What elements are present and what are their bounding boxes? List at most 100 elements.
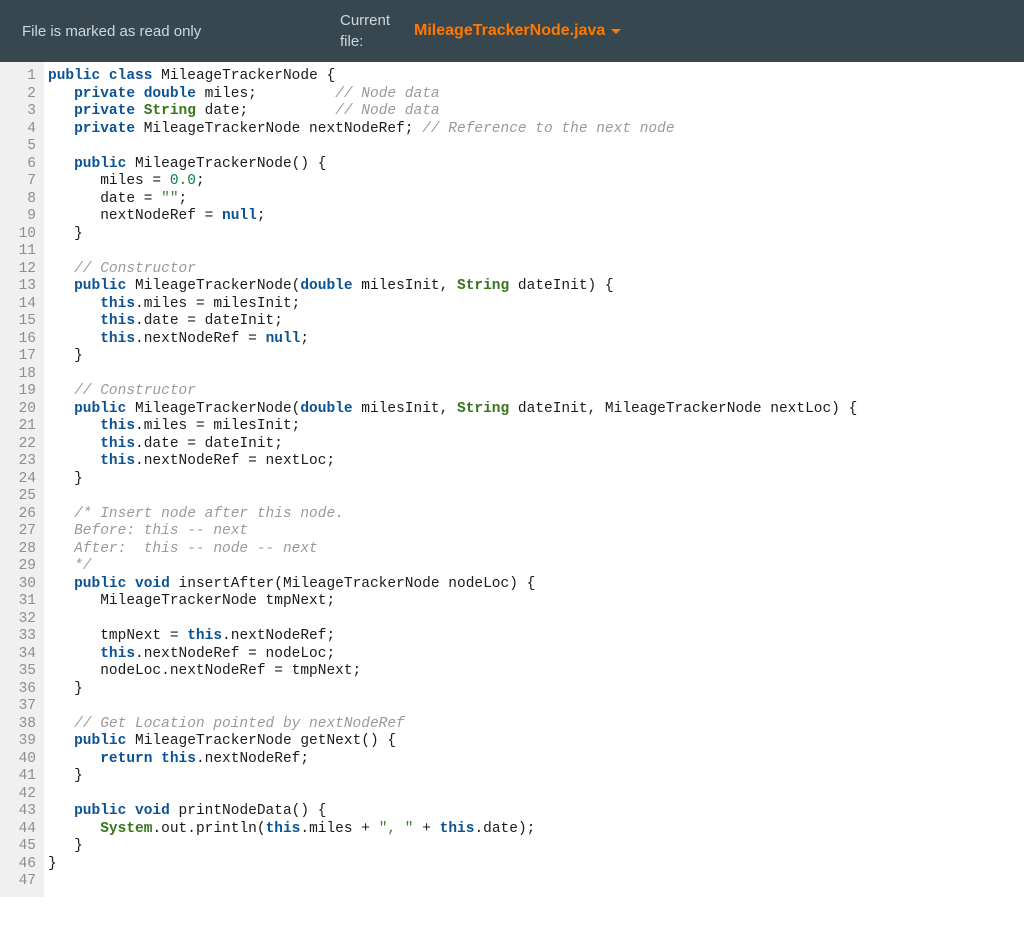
line-number: 2 xyxy=(4,86,38,104)
line-number: 38 xyxy=(4,716,38,734)
line-number: 41 xyxy=(4,768,38,786)
line-number: 46 xyxy=(4,856,38,874)
code-line: miles = 0.0; xyxy=(48,173,857,191)
code-line: return this.nextNodeRef; xyxy=(48,751,857,769)
code-line: this.miles = milesInit; xyxy=(48,418,857,436)
line-number: 45 xyxy=(4,838,38,856)
line-number: 39 xyxy=(4,733,38,751)
line-number: 28 xyxy=(4,541,38,559)
code-line: } xyxy=(48,856,857,874)
line-number: 9 xyxy=(4,208,38,226)
line-number: 33 xyxy=(4,628,38,646)
code-line xyxy=(48,786,857,804)
line-number: 8 xyxy=(4,191,38,209)
header-bar: File is marked as read only Currentfile:… xyxy=(0,0,1024,62)
line-number: 4 xyxy=(4,121,38,139)
code-line: private MileageTrackerNode nextNodeRef; … xyxy=(48,121,857,139)
code-line: Before: this -- next xyxy=(48,523,857,541)
code-line: public void printNodeData() { xyxy=(48,803,857,821)
code-line xyxy=(48,243,857,261)
line-number: 44 xyxy=(4,821,38,839)
code-line xyxy=(48,366,857,384)
line-number: 30 xyxy=(4,576,38,594)
line-number: 10 xyxy=(4,226,38,244)
code-line xyxy=(48,611,857,629)
code-line: MileageTrackerNode tmpNext; xyxy=(48,593,857,611)
line-number: 34 xyxy=(4,646,38,664)
line-number: 13 xyxy=(4,278,38,296)
code-line: this.miles = milesInit; xyxy=(48,296,857,314)
line-number: 29 xyxy=(4,558,38,576)
line-number: 12 xyxy=(4,261,38,279)
code-line: } xyxy=(48,226,857,244)
code-line: System.out.println(this.miles + ", " + t… xyxy=(48,821,857,839)
readonly-message: File is marked as read only xyxy=(0,23,340,40)
code-line: } xyxy=(48,768,857,786)
line-number: 3 xyxy=(4,103,38,121)
code-line: // Get Location pointed by nextNodeRef xyxy=(48,716,857,734)
code-line: } xyxy=(48,348,857,366)
line-number: 42 xyxy=(4,786,38,804)
code-line: private String date; // Node data xyxy=(48,103,857,121)
code-line: } xyxy=(48,681,857,699)
current-file-label: Currentfile: xyxy=(340,10,414,52)
line-number: 40 xyxy=(4,751,38,769)
line-number: 15 xyxy=(4,313,38,331)
line-number: 36 xyxy=(4,681,38,699)
line-number: 19 xyxy=(4,383,38,401)
line-number: 16 xyxy=(4,331,38,349)
code-line: public MileageTrackerNode(double milesIn… xyxy=(48,278,857,296)
line-number: 17 xyxy=(4,348,38,366)
code-line: date = ""; xyxy=(48,191,857,209)
code-line: this.nextNodeRef = nextLoc; xyxy=(48,453,857,471)
line-number: 35 xyxy=(4,663,38,681)
line-number: 32 xyxy=(4,611,38,629)
code-line: // Constructor xyxy=(48,383,857,401)
code-line: this.nextNodeRef = nodeLoc; xyxy=(48,646,857,664)
code-line: public MileageTrackerNode(double milesIn… xyxy=(48,401,857,419)
code-line: /* Insert node after this node. xyxy=(48,506,857,524)
line-number: 1 xyxy=(4,68,38,86)
code-line: tmpNext = this.nextNodeRef; xyxy=(48,628,857,646)
line-number: 24 xyxy=(4,471,38,489)
code-line: private double miles; // Node data xyxy=(48,86,857,104)
code-line: this.date = dateInit; xyxy=(48,313,857,331)
line-number: 14 xyxy=(4,296,38,314)
line-number: 5 xyxy=(4,138,38,156)
line-number: 7 xyxy=(4,173,38,191)
line-number: 27 xyxy=(4,523,38,541)
file-name: MileageTrackerNode.java xyxy=(414,22,605,40)
code-line: After: this -- node -- next xyxy=(48,541,857,559)
chevron-down-icon xyxy=(611,29,621,34)
line-number: 11 xyxy=(4,243,38,261)
line-number: 26 xyxy=(4,506,38,524)
line-number: 20 xyxy=(4,401,38,419)
code-line: } xyxy=(48,838,857,856)
line-number: 43 xyxy=(4,803,38,821)
code-line xyxy=(48,873,857,891)
code-content: public class MileageTrackerNode { privat… xyxy=(44,62,857,897)
code-line: public MileageTrackerNode getNext() { xyxy=(48,733,857,751)
code-line: } xyxy=(48,471,857,489)
line-number: 21 xyxy=(4,418,38,436)
line-number: 6 xyxy=(4,156,38,174)
line-number: 23 xyxy=(4,453,38,471)
code-editor: 1234567891011121314151617181920212223242… xyxy=(0,62,1024,897)
file-dropdown[interactable]: MileageTrackerNode.java xyxy=(414,22,621,40)
line-number-gutter: 1234567891011121314151617181920212223242… xyxy=(0,62,44,897)
code-line: public MileageTrackerNode() { xyxy=(48,156,857,174)
line-number: 18 xyxy=(4,366,38,384)
line-number: 37 xyxy=(4,698,38,716)
line-number: 25 xyxy=(4,488,38,506)
code-line: this.date = dateInit; xyxy=(48,436,857,454)
code-line: public class MileageTrackerNode { xyxy=(48,68,857,86)
code-line xyxy=(48,488,857,506)
code-line xyxy=(48,698,857,716)
code-line: this.nextNodeRef = null; xyxy=(48,331,857,349)
code-line: nextNodeRef = null; xyxy=(48,208,857,226)
line-number: 31 xyxy=(4,593,38,611)
code-line: nodeLoc.nextNodeRef = tmpNext; xyxy=(48,663,857,681)
code-line: // Constructor xyxy=(48,261,857,279)
line-number: 22 xyxy=(4,436,38,454)
code-line: */ xyxy=(48,558,857,576)
